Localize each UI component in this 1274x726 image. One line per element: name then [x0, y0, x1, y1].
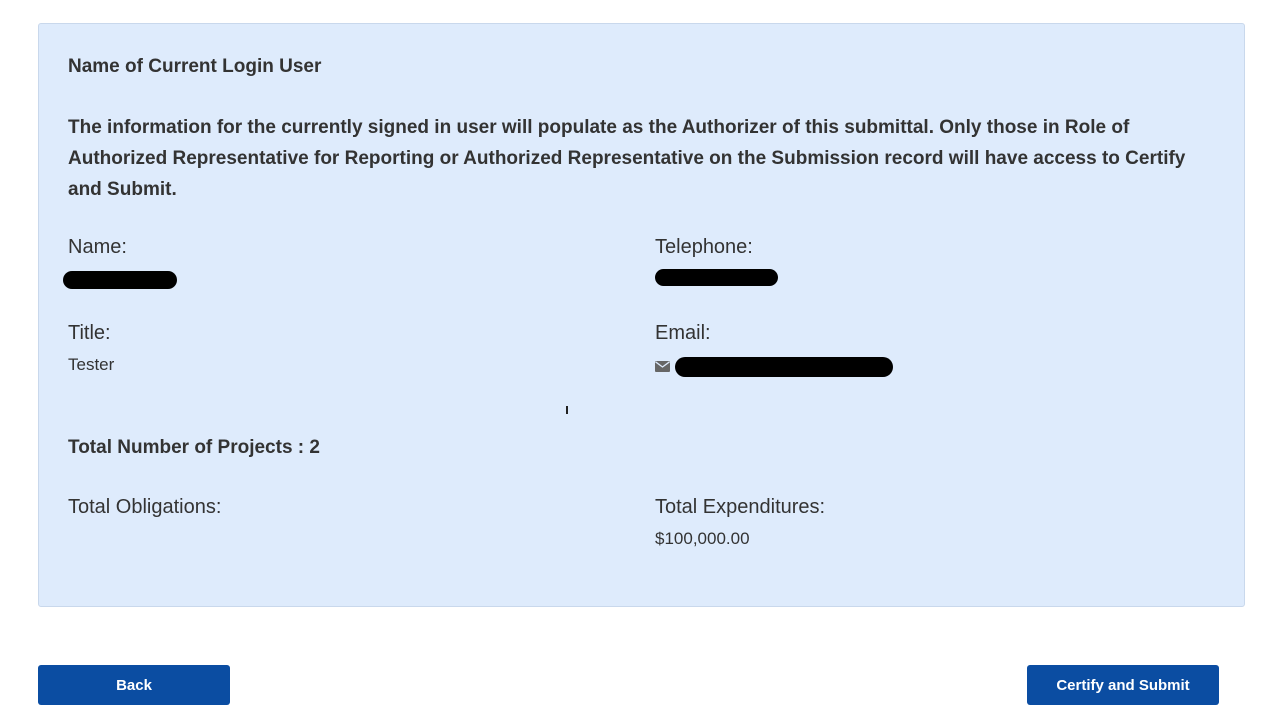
telephone-label: Telephone: [655, 236, 753, 258]
total-expenditures-value: $100,000.00 [655, 529, 750, 548]
name-redaction [63, 271, 177, 289]
name-label: Name: [68, 236, 127, 258]
info-text: The information for the currently signed… [68, 117, 1186, 200]
back-button[interactable]: Back [38, 665, 230, 705]
title-value: Tester [68, 355, 115, 374]
email-label: Email: [655, 322, 711, 344]
telephone-redaction [655, 269, 778, 286]
login-user-panel: Name of Current Login User The informati… [38, 23, 1245, 607]
email-redaction[interactable] [675, 357, 893, 377]
total-projects: Total Number of Projects : 2 [68, 437, 320, 458]
stray-mark [566, 406, 568, 414]
certify-and-submit-button[interactable]: Certify and Submit [1027, 665, 1219, 705]
total-expenditures-label: Total Expenditures: [655, 496, 826, 518]
envelope-icon [655, 361, 670, 372]
total-obligations-label: Total Obligations: [68, 496, 222, 518]
section-title: Name of Current Login User [68, 56, 322, 77]
title-label: Title: [68, 322, 111, 344]
